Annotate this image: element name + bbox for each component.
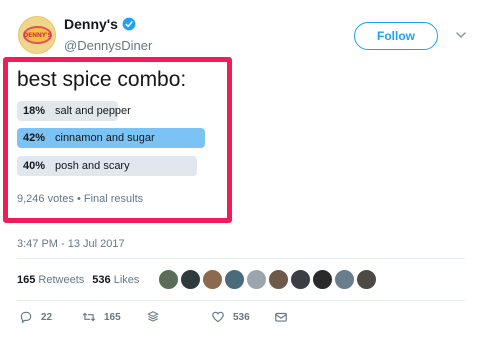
chevron-down-icon[interactable] <box>455 29 467 41</box>
poll-option-cinnamon-and-sugar: 42% cinnamon and sugar <box>17 128 205 148</box>
retweet-icon <box>82 312 96 322</box>
display-name-text: Denny's <box>64 16 118 32</box>
liker-avatar[interactable] <box>180 269 201 290</box>
action-bar: 22 165 536 <box>19 310 319 330</box>
message-button[interactable] <box>274 310 288 324</box>
avatar[interactable]: DENNY'S <box>18 16 56 54</box>
logo-text: DENNY'S <box>23 31 52 39</box>
poll-percent: 42% <box>23 132 46 144</box>
divider <box>17 258 465 259</box>
follow-button[interactable]: Follow <box>354 22 438 50</box>
tweet-timestamp[interactable]: 3:47 PM - 13 Jul 2017 <box>17 238 125 250</box>
poll-label: posh and scary <box>55 160 130 172</box>
likes-stat[interactable]: 536 Likes <box>92 274 139 286</box>
retweet-count: 165 <box>104 311 121 323</box>
like-count: 536 <box>233 311 250 323</box>
layers-icon <box>147 311 159 322</box>
liker-avatar[interactable] <box>312 269 333 290</box>
like-button[interactable]: 536 <box>211 310 250 324</box>
poll-meta: 9,246 votes • Final results <box>17 193 143 205</box>
envelope-icon <box>275 312 287 322</box>
poll-percent: 40% <box>23 160 46 172</box>
liker-avatar[interactable] <box>268 269 289 290</box>
tweet-header: DENNY'S Denny's @DennysDiner Follow <box>18 14 468 54</box>
engagement-stats: 165 Retweets 536 Likes <box>17 274 139 286</box>
dennys-logo: DENNY'S <box>23 26 52 44</box>
poll-label: salt and pepper <box>55 105 131 117</box>
liker-avatar[interactable] <box>224 269 245 290</box>
poll-percent: 18% <box>23 105 46 117</box>
retweets-count: 165 <box>17 274 36 286</box>
author-info[interactable]: Denny's @DennysDiner <box>64 16 152 53</box>
liker-avatar[interactable] <box>202 269 223 290</box>
poll-separator: • <box>76 193 81 205</box>
likes-label: Likes <box>113 274 140 286</box>
poll-status: Final results <box>83 193 144 205</box>
poll-option-posh-and-scary: 40% posh and scary <box>17 156 205 176</box>
liker-avatar[interactable] <box>356 269 377 290</box>
heart-icon <box>212 311 224 323</box>
liker-avatars <box>158 269 377 290</box>
stack-button[interactable] <box>146 310 160 324</box>
poll-option-salt-and-pepper: 18% salt and pepper <box>17 101 205 121</box>
reply-icon <box>20 311 32 324</box>
liker-avatar[interactable] <box>334 269 355 290</box>
verified-icon <box>122 17 136 31</box>
likes-count: 536 <box>92 274 111 286</box>
poll-label: cinnamon and sugar <box>55 132 155 144</box>
display-name[interactable]: Denny's <box>64 16 136 32</box>
poll-votes: 9,246 votes <box>17 193 74 205</box>
liker-avatar[interactable] <box>290 269 311 290</box>
poll-question: best spice combo: <box>17 68 187 91</box>
retweets-label: Retweets <box>38 274 85 286</box>
handle[interactable]: @DennysDiner <box>64 38 152 53</box>
divider <box>17 300 465 301</box>
reply-button[interactable]: 22 <box>19 310 52 324</box>
liker-avatar[interactable] <box>158 269 179 290</box>
liker-avatar[interactable] <box>246 269 267 290</box>
retweet-button[interactable]: 165 <box>82 310 121 324</box>
retweets-stat[interactable]: 165 Retweets <box>17 274 84 286</box>
reply-count: 22 <box>41 311 53 323</box>
